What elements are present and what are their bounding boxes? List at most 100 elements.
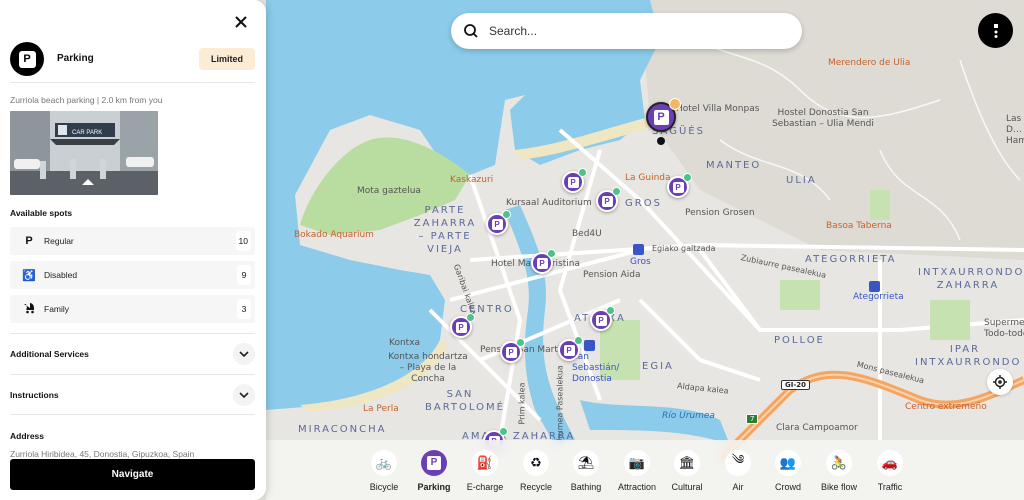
search-icon bbox=[464, 24, 478, 38]
crowd-icon: 👥 bbox=[775, 450, 801, 476]
divider bbox=[10, 82, 255, 83]
map-label: Pension Grosen bbox=[685, 208, 755, 218]
spot-row-family: Family 3 bbox=[10, 295, 255, 323]
photo-sign-text: CAR PARK bbox=[72, 130, 102, 136]
accordion-title: Additional Services bbox=[10, 349, 89, 359]
parking-marker[interactable]: P bbox=[450, 313, 475, 338]
train-station-icon[interactable] bbox=[869, 281, 880, 292]
parking-marker[interactable]: P bbox=[500, 338, 525, 363]
beach-icon: ⛱ bbox=[573, 450, 599, 476]
exit-sign: 7 bbox=[746, 414, 759, 424]
more-options-button[interactable] bbox=[978, 13, 1013, 48]
map-label: Pension San Martin bbox=[480, 345, 567, 355]
chevron-down-icon[interactable] bbox=[233, 343, 255, 365]
map-label: Pension Aida bbox=[583, 270, 641, 280]
parking-marker[interactable]: P bbox=[531, 249, 556, 274]
map-label: EGIA bbox=[642, 361, 674, 372]
map-label: ATEGORRIETA bbox=[805, 254, 897, 265]
wind-icon: ༄ bbox=[725, 450, 751, 476]
close-button[interactable] bbox=[231, 12, 251, 32]
chevron-down-icon[interactable] bbox=[233, 384, 255, 406]
map-label: Bed4U bbox=[572, 229, 602, 239]
navigate-button[interactable]: Navigate bbox=[10, 459, 255, 490]
parking-icon: P bbox=[421, 450, 447, 476]
map-label: Basoa Taberna bbox=[826, 221, 892, 231]
category-label: Attraction bbox=[617, 482, 657, 492]
parking-marker[interactable]: P bbox=[486, 210, 511, 235]
map-label: Río Urumea bbox=[662, 411, 715, 421]
spot-count: 3 bbox=[237, 299, 251, 319]
map-label: Las D… Ham… bbox=[1006, 114, 1024, 146]
parking-marker[interactable]: P bbox=[558, 336, 583, 361]
car-icon: 🚗 bbox=[877, 450, 903, 476]
map-label: Centro extremeño bbox=[905, 402, 987, 412]
parking-icon: P bbox=[25, 235, 33, 247]
location-subtitle: Zurriola beach parking | 2.0 km from you bbox=[10, 95, 163, 105]
map-label: Clara Campoamor bbox=[776, 423, 858, 433]
train-station-icon[interactable] bbox=[584, 340, 595, 351]
map-label: Hostel Donostia San Sebastian – Ulia Men… bbox=[772, 108, 874, 129]
parking-marker[interactable]: P bbox=[562, 168, 587, 193]
locate-me-button[interactable] bbox=[987, 369, 1013, 395]
map-label: Egiako galtzada bbox=[652, 244, 716, 253]
divider bbox=[10, 414, 255, 415]
check-icon bbox=[606, 306, 615, 315]
map-label: Ategorrieta bbox=[853, 292, 904, 302]
status-badge: Limited bbox=[199, 48, 255, 70]
map-label: Kontxa hondartza – Playa de la Concha bbox=[388, 352, 468, 384]
category-label: Recycle bbox=[519, 482, 552, 492]
parking-icon: P bbox=[18, 50, 36, 68]
check-icon bbox=[466, 313, 475, 322]
instructions-accordion[interactable]: Instructions bbox=[10, 375, 255, 415]
map-label: Supermercado Todo-todo bbox=[984, 318, 1024, 339]
map-label: IPAR INTXAURRONDO bbox=[915, 344, 1022, 368]
category-label: Traffic bbox=[877, 482, 903, 492]
spot-label: Family bbox=[44, 304, 70, 314]
map-label: MANTEO bbox=[706, 160, 762, 171]
train-station-icon[interactable] bbox=[633, 244, 644, 255]
map-label: Kontxa bbox=[389, 338, 421, 348]
check-icon bbox=[578, 168, 587, 177]
category-label: E-charge bbox=[466, 482, 504, 492]
more-vertical-icon bbox=[993, 23, 998, 38]
map-label: Mota gaztelua bbox=[357, 186, 421, 196]
category-label: Bike flow bbox=[820, 482, 857, 492]
parking-icon: P bbox=[653, 109, 669, 125]
stroller-icon bbox=[22, 302, 36, 317]
map-label: MIRACONCHA bbox=[298, 424, 387, 435]
category-label: Cultural bbox=[671, 482, 703, 492]
wheelchair-icon: ♿ bbox=[22, 269, 36, 282]
map-label: SAN BARTOLOMÉ bbox=[425, 389, 505, 413]
parking-marker[interactable]: P bbox=[590, 306, 615, 331]
map-label: Kaskazuri bbox=[450, 175, 494, 185]
location-dot bbox=[657, 137, 665, 145]
additional-services-accordion[interactable]: Additional Services bbox=[10, 334, 255, 374]
map-label: La Perla bbox=[363, 404, 399, 414]
museum-icon: 🏛 bbox=[674, 450, 700, 476]
limited-status-icon bbox=[669, 98, 681, 110]
map-label: Prim kalea bbox=[517, 382, 527, 425]
spot-count: 9 bbox=[237, 265, 251, 285]
parking-marker[interactable]: P bbox=[596, 187, 621, 212]
map-label: La Guinda bbox=[625, 173, 671, 183]
map-label: Bokado Aquarium bbox=[294, 230, 374, 240]
category-label: Bathing bbox=[570, 482, 602, 492]
map-label: POLLOE bbox=[774, 335, 825, 346]
check-icon bbox=[612, 187, 621, 196]
address-heading: Address bbox=[10, 431, 45, 441]
road-shield: GI-20 bbox=[781, 380, 810, 390]
map-label: Kursaal Auditorium bbox=[506, 198, 592, 208]
category-label: Air bbox=[732, 482, 744, 492]
search-input[interactable] bbox=[489, 24, 769, 38]
category-label: Bicycle bbox=[369, 482, 399, 492]
category-traffic[interactable]: 🚗 Traffic bbox=[860, 450, 920, 492]
search-bar[interactable] bbox=[451, 13, 802, 49]
selected-parking-marker[interactable]: P bbox=[646, 98, 681, 132]
spot-row-disabled: ♿ Disabled 9 bbox=[10, 261, 255, 289]
map-label: Hotel Villa Monpas bbox=[676, 104, 760, 114]
spot-label: Disabled bbox=[44, 270, 78, 280]
panel-title: Parking bbox=[57, 53, 94, 64]
parking-marker[interactable]: P bbox=[667, 173, 692, 198]
check-icon bbox=[499, 427, 508, 436]
map-label: GROS bbox=[625, 198, 662, 209]
